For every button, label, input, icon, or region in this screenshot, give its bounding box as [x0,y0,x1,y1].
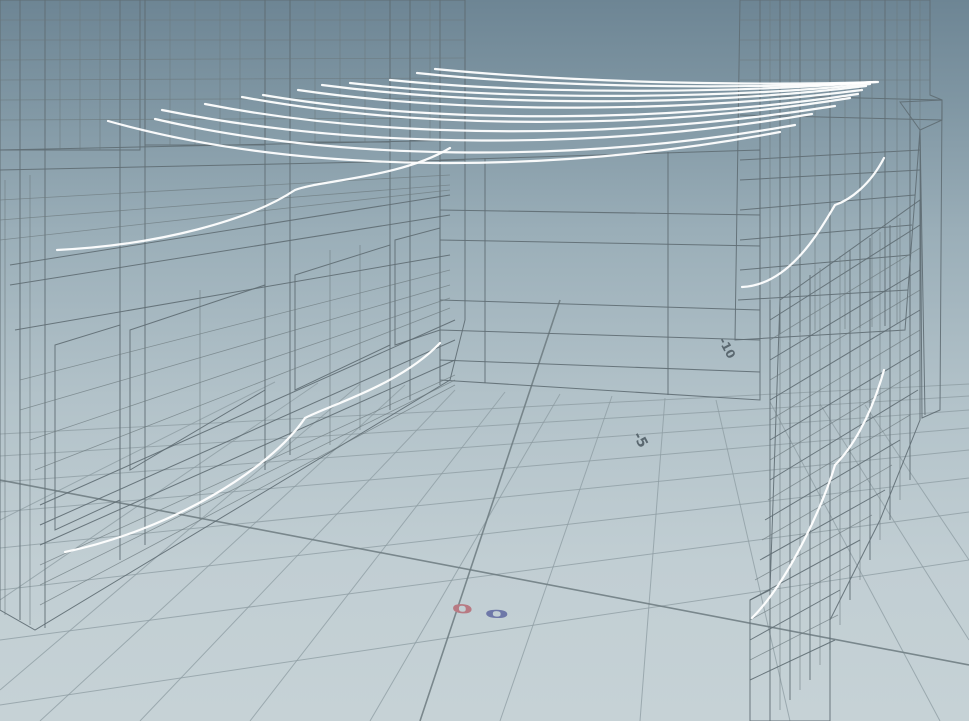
x-origin-label: 0 [452,601,473,617]
minus-five-label: -5 [629,429,650,450]
curve-left-lower [63,341,442,554]
right-upper-wireframe [734,0,943,341]
3d-viewport[interactable]: 0 0 -5 -10 [0,0,969,721]
left-building-wireframe [0,0,466,631]
right-frame [899,99,943,419]
right-lower-wireframe [749,199,921,721]
viewport-canvas[interactable]: 0 0 -5 -10 [0,0,969,721]
back-wall [439,149,761,401]
curve-left-upper [55,146,452,252]
curve-top-12 [433,67,880,85]
z-origin-label: 0 [485,608,509,621]
curve-right-lower [750,368,886,620]
grid-axis-labels: 0 0 -5 -10 [452,335,739,621]
